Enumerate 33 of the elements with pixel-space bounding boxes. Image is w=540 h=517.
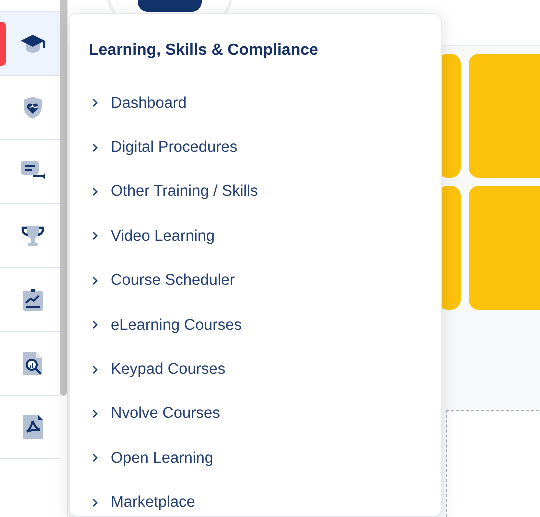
menu-item[interactable]: Course Scheduler bbox=[88, 258, 423, 303]
chevron-right-icon bbox=[92, 231, 99, 242]
menu-item[interactable]: Marketplace bbox=[88, 480, 423, 516]
document-search-icon bbox=[22, 350, 44, 376]
shield-heart-icon bbox=[22, 96, 44, 120]
menu-item[interactable]: Nvolve Courses bbox=[88, 392, 423, 436]
chevron-right-icon bbox=[92, 498, 99, 508]
menu-item[interactable]: Dashboard bbox=[88, 81, 423, 126]
tile[interactable] bbox=[469, 186, 540, 310]
pdf-file-icon bbox=[22, 414, 44, 440]
chevron-right-icon bbox=[92, 142, 99, 153]
menu-item[interactable]: Keypad Courses bbox=[88, 347, 423, 392]
scrollbar-thumb[interactable] bbox=[60, 0, 67, 396]
graduation-cap-icon bbox=[20, 32, 46, 54]
drop-zone[interactable] bbox=[446, 410, 540, 517]
chevron-right-icon bbox=[92, 453, 99, 464]
trophy-icon bbox=[21, 224, 45, 248]
chevron-right-icon bbox=[92, 364, 99, 375]
menu-item[interactable]: Other Training / Skills bbox=[88, 170, 423, 214]
chevron-right-icon bbox=[92, 408, 99, 419]
tile[interactable] bbox=[469, 54, 540, 178]
chevron-right-icon bbox=[92, 186, 99, 197]
chevron-right-icon bbox=[92, 320, 99, 330]
chart-clipboard-icon bbox=[22, 288, 44, 312]
chevron-right-icon bbox=[92, 276, 99, 286]
menu-item[interactable]: Digital Procedures bbox=[88, 125, 423, 170]
menu-title: Learning, Skills & Compliance bbox=[89, 41, 320, 61]
sidebar-item[interactable] bbox=[0, 11, 60, 75]
menu-item[interactable]: Open Learning bbox=[88, 436, 423, 481]
chevron-right-icon bbox=[92, 98, 99, 108]
menu-item[interactable]: Video Learning bbox=[88, 214, 423, 259]
menu-item[interactable]: eLearning Courses bbox=[88, 302, 423, 348]
active-indicator bbox=[0, 22, 6, 66]
